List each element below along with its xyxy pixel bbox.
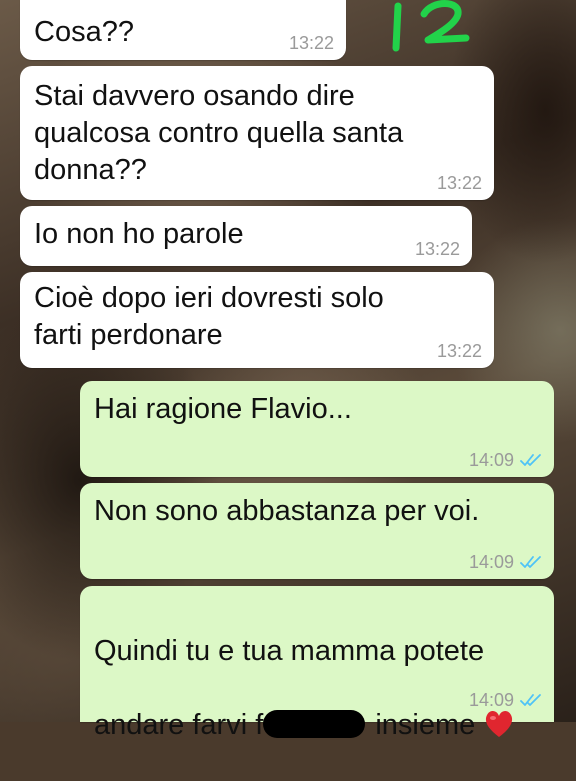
message-line: andare farvi f insieme: [94, 707, 515, 744]
message-text-fragment: andare farvi f: [94, 709, 264, 741]
message-line: Quindi tu e tua mamma potete: [94, 635, 485, 667]
message-meta: 13:22: [289, 33, 334, 53]
incoming-message-bubble[interactable]: Io non ho parole 13:22: [20, 206, 472, 266]
double-check-read-icon: [520, 556, 541, 568]
message-meta: 14:09: [469, 690, 542, 710]
outgoing-message-bubble[interactable]: Hai ragione Flavio... 14:09: [80, 381, 554, 477]
redaction-scribble: [263, 710, 366, 738]
message-time: 14:09: [468, 450, 514, 470]
double-check-read-icon: [520, 694, 541, 706]
double-check-read-icon: [520, 454, 541, 466]
message-text: Hai ragione Flavio...: [94, 393, 352, 425]
incoming-message-bubble[interactable]: Stai davvero osando dire qualcosa contro…: [20, 66, 494, 200]
message-time: 14:09: [468, 690, 514, 710]
message-text: Non sono abbastanza per voi.: [94, 495, 480, 527]
message-text: Quindi tu e tua mamma potete andare farv…: [94, 596, 515, 781]
message-time: 13:22: [288, 33, 334, 53]
message-meta: 13:22: [437, 173, 482, 193]
message-time: 13:22: [436, 341, 482, 361]
outgoing-message-bubble[interactable]: Quindi tu e tua mamma potete andare farv…: [80, 586, 554, 741]
message-meta: 14:09: [469, 552, 542, 572]
incoming-message-bubble[interactable]: Cioè dopo ieri dovresti solo farti perdo…: [20, 272, 494, 368]
message-time: 13:22: [414, 239, 460, 259]
outgoing-message-bubble[interactable]: Non sono abbastanza per voi. 14:09: [80, 483, 554, 579]
incoming-message-bubble[interactable]: Cosa?? 13:22: [20, 0, 346, 60]
message-meta: 14:09: [469, 450, 542, 470]
message-time: 13:22: [436, 173, 482, 193]
heart-emoji-icon: [486, 710, 513, 737]
message-text: Stai davvero osando dire qualcosa contro…: [34, 80, 404, 186]
message-meta: 13:22: [437, 341, 482, 361]
message-text: Cosa??: [34, 16, 134, 48]
message-meta: 13:22: [415, 239, 460, 259]
message-text: Cioè dopo ieri dovresti solo farti perdo…: [34, 282, 384, 351]
marker-annotation-12: [392, 0, 470, 52]
message-text-fragment: insieme: [367, 709, 476, 741]
message-time: 14:09: [468, 552, 514, 572]
message-text: Io non ho parole: [34, 218, 244, 250]
